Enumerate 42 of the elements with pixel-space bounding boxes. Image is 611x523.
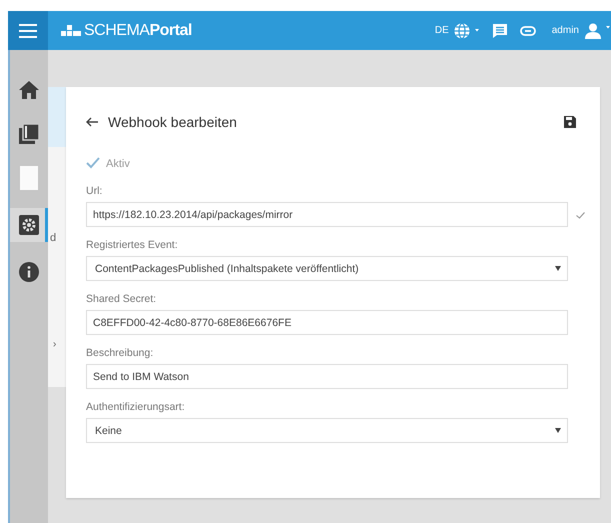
globe-icon	[454, 22, 480, 38]
input-field[interactable]: https://182.10.23.2014/api/packages/mirror	[86, 202, 568, 227]
panel-highlight	[48, 87, 66, 147]
field-label: Registriertes Event:	[86, 238, 179, 253]
language-button[interactable]	[454, 22, 480, 38]
user-icon	[585, 22, 611, 38]
message-icon	[492, 22, 508, 38]
back-button[interactable]	[86, 117, 98, 127]
field-label: Beschreibung:	[86, 346, 154, 361]
info-icon	[19, 262, 39, 282]
gear-icon	[19, 215, 39, 235]
save-button[interactable]	[564, 116, 576, 128]
checkbox-label: Aktiv	[106, 158, 130, 170]
expand-button[interactable]: ›	[53, 339, 56, 350]
field-label: Shared Secret:	[86, 292, 158, 307]
menu-icon	[19, 24, 37, 38]
back-arrow-icon	[86, 117, 98, 127]
books-icon	[19, 124, 39, 144]
input-field[interactable]: Send to IBM Watson	[86, 364, 568, 389]
link-button[interactable]	[520, 26, 536, 36]
active-checkbox[interactable]	[86, 157, 100, 171]
panel-text: d	[50, 232, 56, 244]
logo-icon	[61, 25, 81, 36]
select-field[interactable]: Keine	[86, 418, 568, 443]
link-icon	[520, 26, 536, 36]
page-icon	[20, 166, 38, 190]
field-label: Url:	[86, 184, 104, 199]
form-title: Webhook bearbeiten	[108, 114, 237, 130]
caret-icon	[555, 428, 561, 433]
brand-name: SCHEMAPortal	[84, 22, 192, 40]
menu-button[interactable]	[8, 11, 48, 50]
input-field[interactable]: C8EFFD00-42-4c80-8770-68E86E6676FE	[86, 310, 568, 335]
comments-button[interactable]	[492, 22, 508, 38]
caret-icon	[555, 266, 561, 271]
home-icon	[19, 81, 39, 99]
save-icon	[564, 116, 576, 128]
language-code: DE	[434, 25, 449, 36]
user-name: admin	[552, 25, 579, 36]
field-label: Authentifizierungsart:	[86, 400, 186, 415]
user-button[interactable]	[585, 22, 611, 38]
select-field[interactable]: ContentPackagesPublished (Inhaltspakete veröffentlicht)	[86, 256, 568, 281]
sidebar-item[interactable]	[10, 208, 48, 242]
